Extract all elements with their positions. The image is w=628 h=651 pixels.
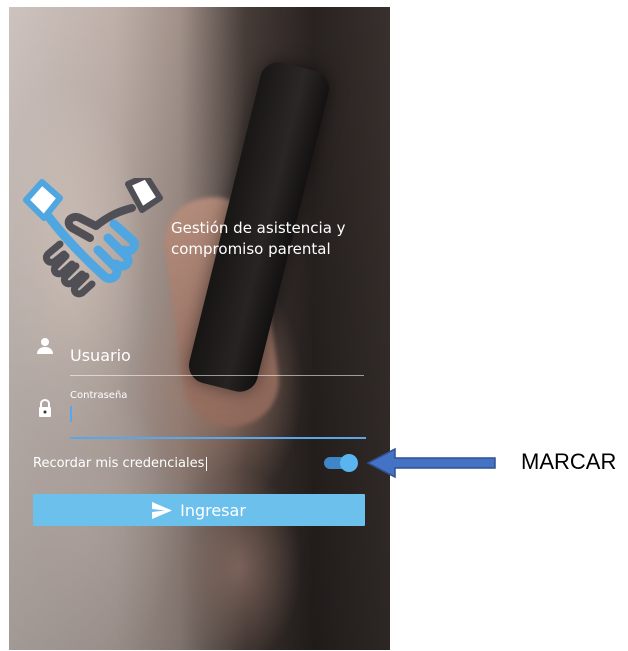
- login-screen: [9, 7, 390, 650]
- background-overlay: [9, 7, 390, 650]
- send-icon: [152, 501, 173, 519]
- password-label: Contraseña: [70, 390, 128, 401]
- login-button[interactable]: Ingresar: [33, 494, 365, 526]
- arrow-left-icon: [366, 447, 496, 479]
- page: Gestión de asistencia y compromiso paren…: [0, 0, 628, 651]
- toggle-thumb: [340, 454, 358, 472]
- remember-label: Recordar mis credenciales: [33, 456, 208, 471]
- login-button-label: Ingresar: [180, 500, 246, 520]
- text-cursor: [70, 406, 72, 422]
- password-field[interactable]: Contraseña: [70, 387, 366, 439]
- handshake-icon: [23, 178, 163, 298]
- text-cursor: [206, 456, 208, 471]
- user-icon: [37, 338, 53, 354]
- remember-toggle[interactable]: [324, 454, 358, 472]
- username-input[interactable]: [70, 336, 364, 376]
- annotation-label: MARCAR: [521, 449, 617, 474]
- lock-icon: [39, 398, 51, 417]
- app-title: Gestión de asistencia y compromiso paren…: [171, 219, 346, 258]
